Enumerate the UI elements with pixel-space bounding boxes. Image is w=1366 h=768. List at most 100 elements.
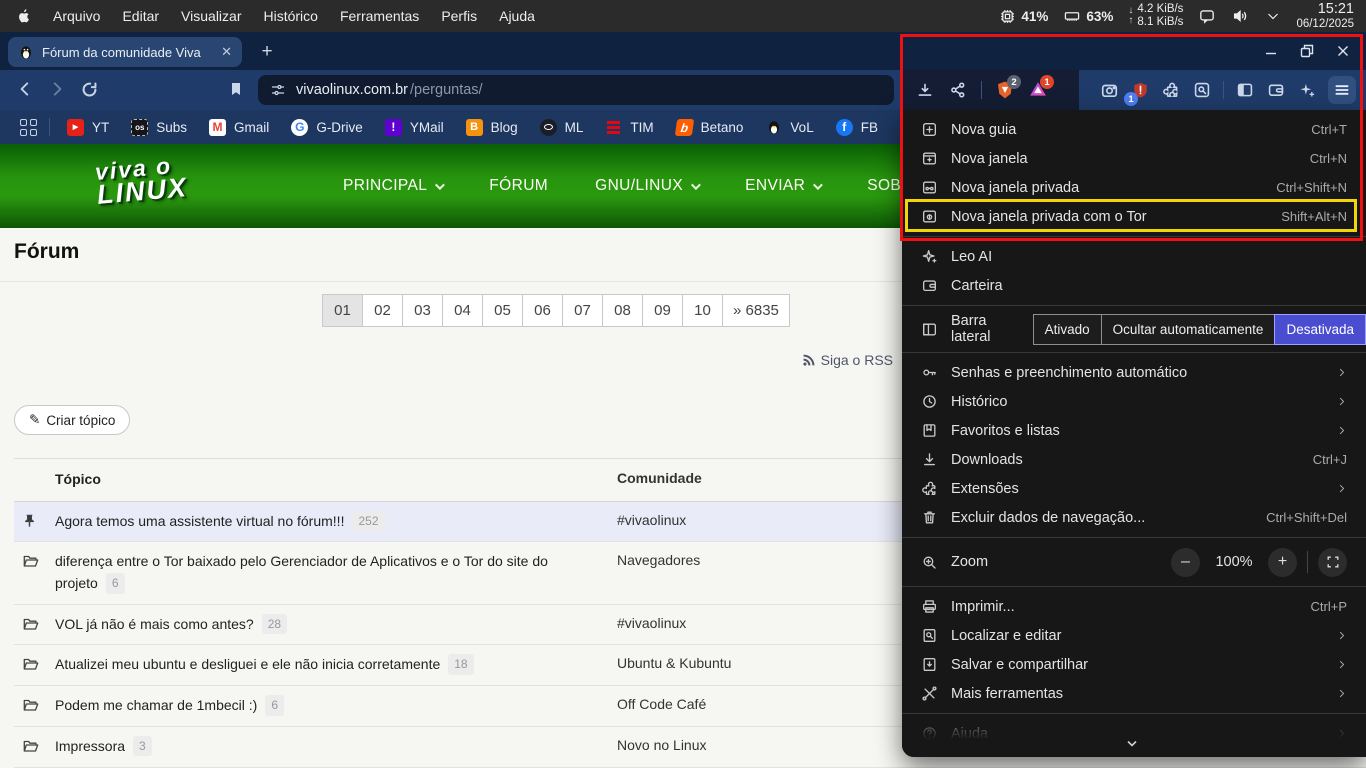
- sidebar-option-ocultar[interactable]: Ocultar automaticamente: [1100, 313, 1276, 345]
- share-icon[interactable]: [948, 80, 968, 100]
- page-02[interactable]: 02: [362, 294, 403, 327]
- forward-button[interactable]: [48, 80, 66, 98]
- menu-item-new-window[interactable]: Nova janela Ctrl+N: [902, 144, 1366, 173]
- page-last[interactable]: » 6835: [722, 294, 790, 327]
- menubar-item-ferramentas[interactable]: Ferramentas: [329, 0, 430, 32]
- shields-badge: 2: [1007, 75, 1021, 89]
- menu-item-wallet[interactable]: Carteira: [902, 271, 1366, 300]
- memory-icon: [1065, 11, 1080, 21]
- reload-button[interactable]: [80, 80, 99, 99]
- menu-item-extensions[interactable]: Extensões: [902, 474, 1366, 503]
- topic-link[interactable]: diferença entre o Tor baixado pelo Geren…: [55, 553, 548, 591]
- bookmark-ymail[interactable]: ! YMail: [374, 118, 455, 136]
- notifications-icon[interactable]: [1198, 7, 1216, 25]
- menu-item-find-edit[interactable]: Localizar e editar: [902, 621, 1366, 650]
- topic-link[interactable]: Podem me chamar de 1mbecil :): [55, 697, 257, 713]
- site-settings-icon[interactable]: [270, 82, 286, 98]
- zoom-out-button[interactable]: –: [1171, 547, 1200, 577]
- adblock-extension-icon[interactable]: 1: [1124, 80, 1150, 106]
- page-07[interactable]: 07: [562, 294, 603, 327]
- fullscreen-button[interactable]: [1318, 547, 1347, 577]
- page-01[interactable]: 01: [322, 294, 363, 327]
- download-icon[interactable]: [915, 80, 935, 100]
- memory-indicator[interactable]: 63%: [1063, 8, 1113, 25]
- bookmark-subs[interactable]: os Subs: [120, 118, 198, 136]
- menu-item-save-share[interactable]: Salvar e compartilhar: [902, 650, 1366, 679]
- menubar-item-historico[interactable]: Histórico: [252, 0, 328, 32]
- bookmarks-panel-icon[interactable]: [228, 80, 244, 98]
- menubar-item-perfis[interactable]: Perfis: [430, 0, 488, 32]
- vivaolinux-logo[interactable]: viva o LINUX: [94, 152, 189, 210]
- menu-item-new-tor-window[interactable]: Nova janela privada com o Tor Shift+Alt+…: [902, 202, 1366, 231]
- apple-menu[interactable]: [0, 0, 42, 32]
- menu-item-more-tools[interactable]: Mais ferramentas: [902, 679, 1366, 708]
- brave-rewards-icon[interactable]: 1: [1028, 75, 1054, 100]
- bookmark-gmail[interactable]: M Gmail: [198, 118, 280, 136]
- screenshot-extension-icon[interactable]: [1099, 80, 1119, 100]
- create-topic-button[interactable]: ✎ Criar tópico: [14, 405, 131, 435]
- browser-tab[interactable]: Fórum da comunidade Viva ✕: [8, 37, 242, 67]
- page-08[interactable]: 08: [602, 294, 643, 327]
- page-03[interactable]: 03: [402, 294, 443, 327]
- page-09[interactable]: 09: [642, 294, 683, 327]
- close-button[interactable]: [1336, 44, 1350, 58]
- zoom-in-button[interactable]: +: [1268, 547, 1297, 577]
- bookmark-ml[interactable]: ML: [529, 118, 595, 136]
- page-10[interactable]: 10: [682, 294, 723, 327]
- bookmark-yt[interactable]: ▶ YT: [56, 118, 120, 136]
- back-button[interactable]: [16, 80, 34, 98]
- new-tab-button[interactable]: +: [254, 39, 280, 65]
- menu-item-bookmarks[interactable]: Favoritos e listas: [902, 416, 1366, 445]
- extensions-puzzle-icon[interactable]: [1161, 80, 1181, 100]
- bookmark-fb[interactable]: f FB: [825, 118, 889, 136]
- menu-hamburger-button[interactable]: [1328, 76, 1356, 104]
- wallet-icon[interactable]: [1266, 80, 1286, 100]
- nav-gnulinux[interactable]: GNU/LINUX: [595, 177, 701, 195]
- menubar-item-visualizar[interactable]: Visualizar: [170, 0, 252, 32]
- menu-item-new-tab[interactable]: Nova guia Ctrl+T: [902, 115, 1366, 144]
- chevron-down-icon[interactable]: [1265, 8, 1281, 24]
- rss-link[interactable]: Siga o RSS: [802, 352, 893, 368]
- tab-close-icon[interactable]: ✕: [221, 44, 232, 60]
- nav-forum[interactable]: FÓRUM: [489, 177, 548, 195]
- topic-link[interactable]: Agora temos uma assistente virtual no fó…: [55, 513, 344, 529]
- nav-enviar[interactable]: ENVIAR: [745, 177, 824, 195]
- clock[interactable]: 15:21 06/12/2025: [1296, 2, 1354, 30]
- menu-item-clear-browsing-data[interactable]: Excluir dados de navegação... Ctrl+Shift…: [902, 503, 1366, 532]
- menu-item-history[interactable]: Histórico: [902, 387, 1366, 416]
- leo-ai-icon[interactable]: [1297, 80, 1317, 100]
- topic-link[interactable]: VOL já não é mais como antes?: [55, 616, 254, 632]
- bookmark-betano[interactable]: b Betano: [665, 118, 755, 136]
- topic-link[interactable]: Atualizei meu ubuntu e desliguei e ele n…: [55, 656, 440, 672]
- address-bar[interactable]: vivaolinux.com.br/perguntas/: [258, 75, 894, 105]
- menubar-item-ajuda[interactable]: Ajuda: [488, 0, 546, 32]
- bookmark-tim[interactable]: TIM: [594, 119, 664, 136]
- nav-principal[interactable]: PRINCIPAL: [343, 177, 446, 195]
- minimize-button[interactable]: [1264, 44, 1278, 58]
- volume-icon[interactable]: [1231, 7, 1250, 25]
- network-indicator[interactable]: ↓ ↑ 4.2 KiB/s 8.1 KiB/s: [1128, 3, 1183, 29]
- page-04[interactable]: 04: [442, 294, 483, 327]
- bookmark-blog[interactable]: B Blog: [455, 118, 529, 136]
- topic-link[interactable]: Impressora: [55, 738, 125, 754]
- bookmark-vol[interactable]: VoL: [754, 119, 824, 136]
- restore-button[interactable]: [1300, 44, 1314, 58]
- menu-item-print[interactable]: Imprimir... Ctrl+P: [902, 592, 1366, 621]
- menu-item-new-private-window[interactable]: Nova janela privada Ctrl+Shift+N: [902, 173, 1366, 202]
- page-05[interactable]: 05: [482, 294, 523, 327]
- cpu-indicator[interactable]: 41%: [999, 8, 1048, 25]
- menu-item-downloads[interactable]: Downloads Ctrl+J: [902, 445, 1366, 474]
- page-06[interactable]: 06: [522, 294, 563, 327]
- apps-grid-icon[interactable]: [20, 118, 37, 136]
- menubar-item-arquivo[interactable]: Arquivo: [42, 0, 111, 32]
- brave-shields-icon[interactable]: 2: [995, 75, 1021, 100]
- search-box-extension-icon[interactable]: [1192, 80, 1212, 100]
- sidebar-option-desativada[interactable]: Desativada: [1274, 313, 1366, 345]
- sidebar-option-ativado[interactable]: Ativado: [1032, 313, 1102, 345]
- menubar-item-editar[interactable]: Editar: [111, 0, 170, 32]
- bookmark-gdrive[interactable]: G G-Drive: [280, 118, 374, 136]
- menu-item-leo-ai[interactable]: Leo AI: [902, 242, 1366, 271]
- menu-item-passwords[interactable]: Senhas e preenchimento automático: [902, 358, 1366, 387]
- menu-scroll-down-icon[interactable]: [1124, 738, 1140, 750]
- sidebar-toggle-icon[interactable]: [1235, 80, 1255, 100]
